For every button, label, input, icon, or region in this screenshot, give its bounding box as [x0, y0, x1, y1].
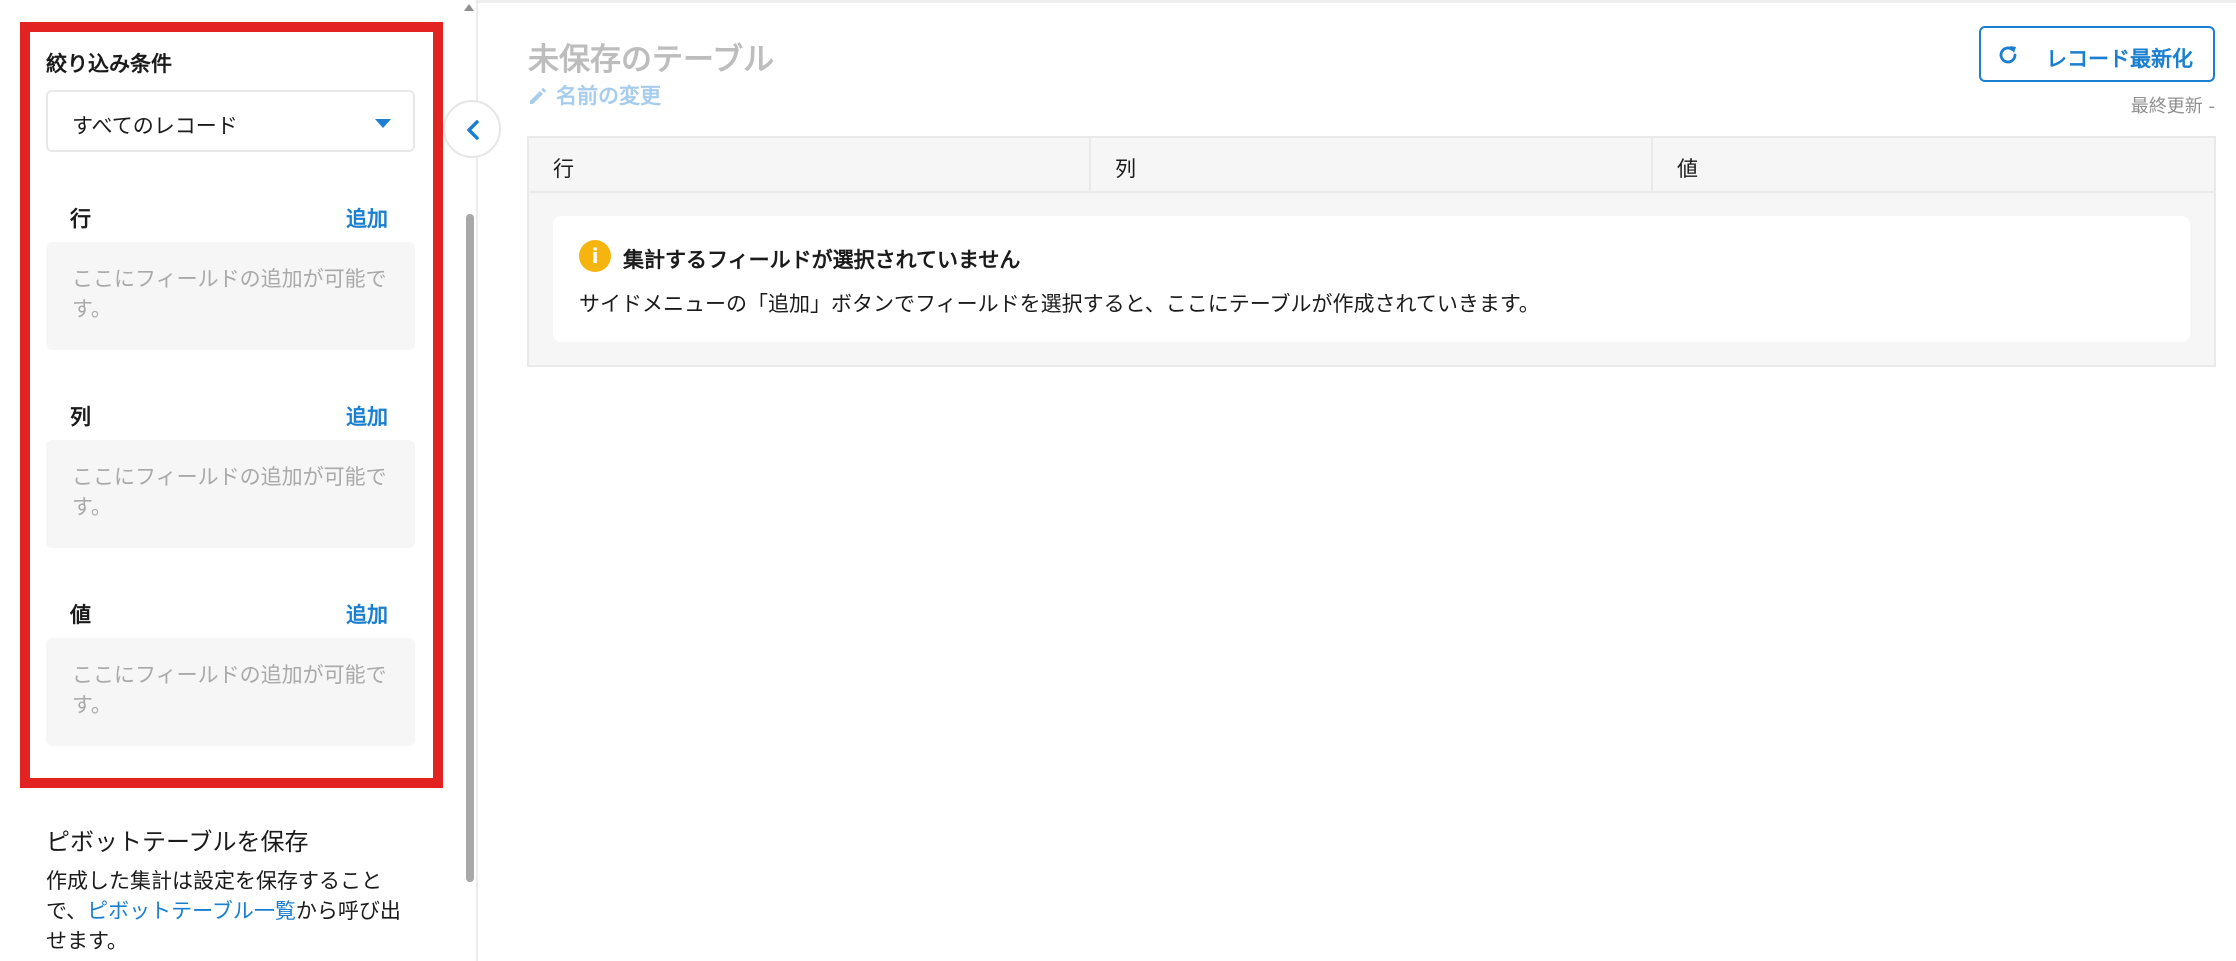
save-title: ピボットテーブルを保存 — [46, 828, 309, 856]
columns-dropzone[interactable]: ここにフィールドの追加が可能で す。 — [46, 440, 415, 548]
values-dropzone[interactable]: ここにフィールドの追加が可能で す。 — [46, 638, 415, 746]
pivot-list-link[interactable]: ピボットテーブル一覧 — [87, 899, 296, 923]
notice-body: サイドメニューの「追加」ボタンでフィールドを選択すると、ここにテーブルが作成され… — [579, 292, 1540, 316]
columns-dropzone-text-2: す。 — [72, 495, 112, 519]
columns-add-button[interactable]: 追加 — [346, 401, 388, 431]
empty-notice: i 集計するフィールドが選択されていません サイドメニューの「追加」ボタンでフィ… — [553, 216, 2190, 342]
rows-dropzone[interactable]: ここにフィールドの追加が可能で す。 — [46, 242, 415, 350]
refresh-icon — [1999, 46, 2017, 64]
pencil-icon — [530, 87, 547, 104]
refresh-records-button[interactable]: レコード最新化 — [1979, 26, 2215, 82]
page-title: 未保存のテーブル — [528, 42, 775, 78]
caret-down-icon — [375, 119, 391, 128]
collapse-sidebar-button[interactable] — [443, 100, 501, 158]
save-desc-suffix: から呼び出 — [295, 899, 401, 923]
filter-select-value: すべてのレコード — [72, 114, 238, 138]
columns-section-label: 列 — [70, 405, 91, 429]
save-description: 作成した集計は設定を保存すること で、ピボットテーブル一覧から呼び出 せます。 — [46, 866, 426, 956]
save-desc-line-1: 作成した集計は設定を保存すること — [46, 869, 382, 893]
rows-add-button[interactable]: 追加 — [346, 203, 388, 233]
scroll-up-arrow-icon[interactable] — [464, 4, 474, 11]
rows-section-label: 行 — [70, 207, 91, 231]
pivot-table-header: 行 列 値 — [529, 138, 2214, 193]
columns-dropzone-text-1: ここにフィールドの追加が可能で — [72, 465, 387, 489]
sidebar: 絞り込み条件 すべてのレコード 行 追加 ここにフィールドの追加が可能で す。 … — [0, 0, 478, 961]
save-desc-prefix: で、 — [46, 899, 88, 923]
values-add-button[interactable]: 追加 — [346, 599, 388, 629]
last-updated: 最終更新 - — [2130, 96, 2215, 117]
refresh-label: レコード最新化 — [2046, 48, 2193, 71]
header-rows: 行 — [529, 138, 1091, 193]
values-section-label: 値 — [70, 603, 91, 627]
rows-dropzone-text-2: す。 — [72, 297, 112, 321]
rows-dropzone-text-1: ここにフィールドの追加が可能で — [72, 267, 387, 291]
values-dropzone-text-2: す。 — [72, 693, 112, 717]
filter-title: 絞り込み条件 — [46, 52, 172, 76]
info-icon: i — [579, 240, 611, 272]
scrollbar-thumb[interactable] — [466, 214, 474, 882]
filter-select[interactable]: すべてのレコード — [46, 90, 415, 152]
rename-button[interactable]: 名前の変更 — [528, 80, 661, 110]
values-dropzone-text-1: ここにフィールドの追加が可能で — [72, 663, 387, 687]
header-values: 値 — [1677, 157, 1698, 181]
save-desc-line-2: で、ピボットテーブル一覧から呼び出 — [46, 896, 426, 926]
save-desc-line-3: せます。 — [46, 929, 128, 953]
pivot-table: 行 列 値 i 集計するフィールドが選択されていません サイドメニューの「追加」… — [527, 136, 2216, 367]
header-columns: 列 — [1091, 138, 1653, 193]
notice-title: 集計するフィールドが選択されていません — [623, 248, 1021, 272]
rename-label: 名前の変更 — [556, 84, 661, 108]
chevron-left-icon — [467, 120, 479, 140]
